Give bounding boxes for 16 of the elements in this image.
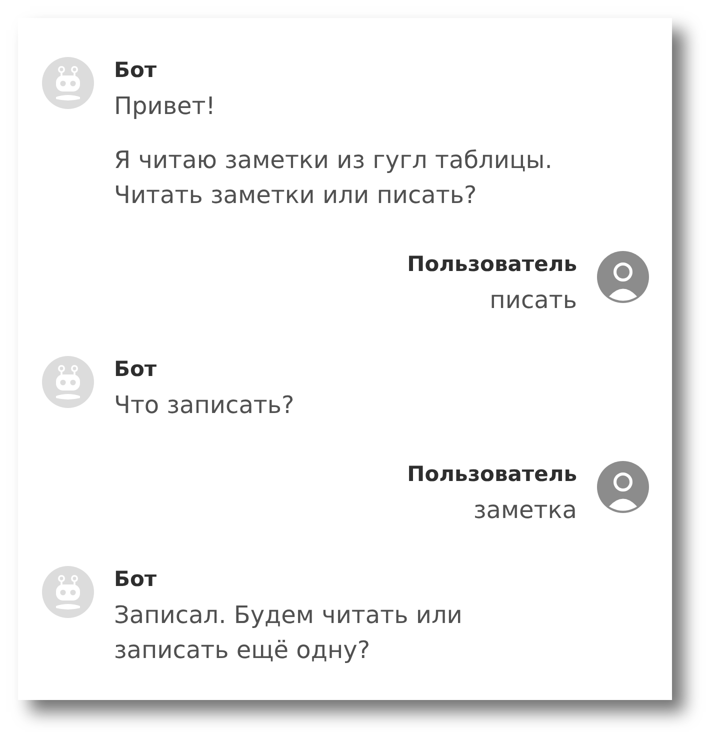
message-text: писать [490,285,577,316]
message-text: Привет! [114,91,216,122]
message-text: заметка [473,495,577,526]
author-name: Пользователь [407,461,577,487]
robot-avatar-icon [42,356,94,408]
message-text: Что записать? [114,390,294,421]
robot-avatar-icon [42,57,94,109]
author-name: Бот [114,356,157,382]
author-name: Пользователь [407,251,577,277]
user-avatar-icon [597,461,649,513]
author-name: Бот [114,566,157,592]
robot-avatar-icon [42,566,94,618]
message-text: Записал. Будем читать или записать ещё одну? [114,600,464,666]
user-avatar-icon [597,251,649,303]
message-text: Я читаю заметки из гугл таблицы. Читать заметки или писать? [114,145,554,211]
author-name: Бот [114,57,157,83]
